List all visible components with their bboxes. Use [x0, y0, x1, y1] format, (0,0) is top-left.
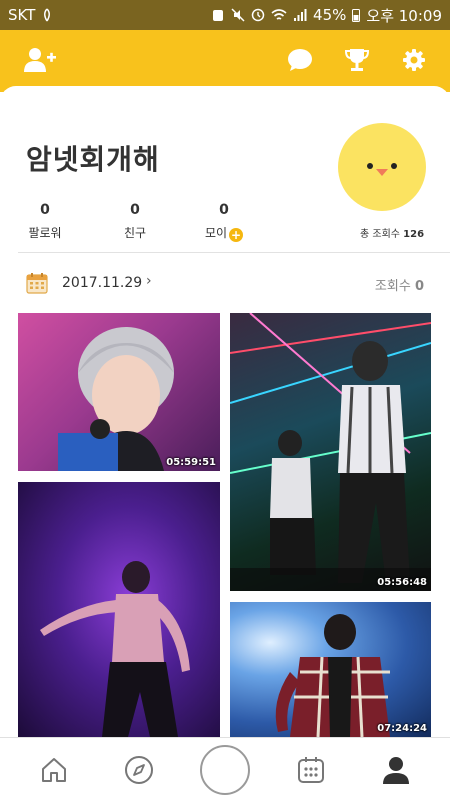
battery-label: 45% — [313, 6, 347, 24]
chick-face-icon — [367, 163, 397, 176]
moi-stat[interactable]: 0 모이 + — [194, 202, 254, 242]
top-bar — [0, 30, 450, 92]
views-counter: 조회수 0 — [375, 275, 424, 294]
date-row: 2017.11.29 › 조회수 0 — [0, 270, 450, 300]
photo-thumbnail[interactable] — [18, 482, 220, 737]
chat-button[interactable] — [280, 40, 320, 80]
photo-thumbnail[interactable]: 05:59:51 — [18, 313, 220, 471]
followers-stat[interactable]: 0 팔로워 — [15, 202, 75, 241]
mute-icon — [231, 8, 245, 22]
gear-icon — [403, 49, 425, 71]
carrier-label: SKT — [8, 6, 36, 24]
plus-icon[interactable]: + — [229, 228, 244, 242]
settings-button[interactable] — [394, 40, 434, 80]
photo-timestamp: 07:24:24 — [377, 723, 427, 734]
status-bar: SKT 45% 오후 10:09 — [0, 0, 450, 30]
clock-label: 오후 10:09 — [366, 6, 442, 25]
nav-profile[interactable] — [376, 750, 416, 790]
bottom-nav — [0, 737, 450, 800]
photo-image — [275, 614, 390, 737]
add-friend-icon — [24, 48, 56, 72]
battery-icon — [352, 9, 361, 22]
photo-thumbnail[interactable]: 07:24:24 — [230, 602, 431, 737]
profile-icon — [383, 757, 409, 784]
calendar-icon — [298, 757, 324, 783]
clock-icon — [251, 8, 265, 22]
nav-calendar[interactable] — [291, 750, 331, 790]
views-label: 조회수 — [374, 279, 411, 294]
alarm-icon — [213, 10, 224, 21]
nav-explore[interactable] — [119, 750, 159, 790]
total-views-count: 126 — [403, 229, 425, 240]
friends-stat[interactable]: 0 친구 — [105, 202, 165, 241]
friends-label: 친구 — [123, 226, 147, 240]
wifi-icon — [271, 9, 287, 20]
divider — [18, 252, 450, 253]
moi-count: 0 — [219, 202, 229, 218]
photo-timestamp: 05:56:48 — [377, 577, 427, 588]
add-friend-button[interactable] — [20, 40, 60, 80]
chevron-right-icon[interactable]: › — [146, 273, 152, 289]
moi-label: 모이 — [204, 226, 228, 240]
followers-label: 팔로워 — [28, 226, 62, 240]
trophy-icon — [345, 49, 369, 71]
chat-icon — [288, 49, 312, 71]
photo-image — [58, 327, 174, 471]
total-views-label: 총 조회수 — [360, 229, 400, 240]
photo-image — [40, 561, 190, 737]
profile-name: 암넷회개해 — [26, 143, 160, 176]
friends-count: 0 — [130, 202, 140, 218]
total-views: 총 조회수 126 — [360, 225, 424, 240]
views-count: 0 — [414, 279, 424, 294]
home-icon — [42, 758, 66, 782]
record-button[interactable] — [200, 745, 250, 795]
date-label[interactable]: 2017.11.29 — [62, 275, 142, 291]
avatar[interactable] — [338, 123, 426, 211]
photo-thumbnail[interactable]: 05:56:48 — [230, 313, 431, 591]
ranking-button[interactable] — [337, 40, 377, 80]
signal-icon — [294, 9, 307, 21]
photo-timestamp: 05:59:51 — [166, 457, 216, 468]
followers-count: 0 — [40, 202, 50, 218]
calendar-icon — [26, 273, 48, 294]
compass-icon — [125, 756, 153, 784]
nav-home[interactable] — [34, 750, 74, 790]
photo-image — [230, 313, 431, 591]
notification-icon — [44, 8, 51, 22]
